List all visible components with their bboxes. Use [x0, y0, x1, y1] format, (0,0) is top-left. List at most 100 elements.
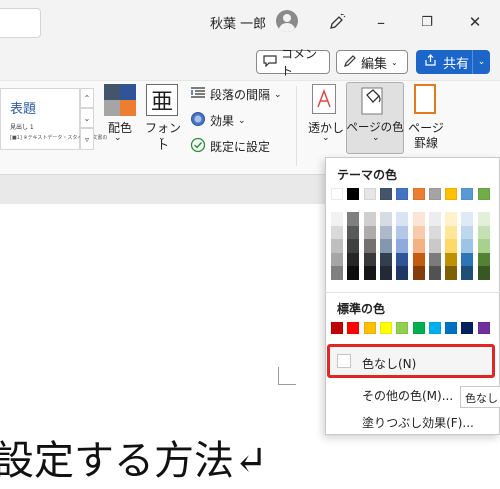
- search-box[interactable]: [0, 8, 41, 38]
- theme-color-swatch[interactable]: [379, 239, 392, 253]
- theme-color-swatch[interactable]: [331, 188, 343, 200]
- close-button[interactable]: ✕: [460, 8, 490, 36]
- theme-color-swatch[interactable]: [428, 266, 441, 280]
- more-colors-menu-item[interactable]: その他の色(M)...: [362, 387, 453, 404]
- theme-color-swatch[interactable]: [347, 252, 360, 266]
- theme-color-swatch[interactable]: [396, 266, 409, 280]
- standard-color-swatch[interactable]: [396, 322, 409, 334]
- set-default-button[interactable]: 既定に設定: [190, 137, 270, 156]
- paragraph-spacing-button[interactable]: 段落の間隔 ⌄: [190, 86, 282, 103]
- theme-color-swatch[interactable]: [379, 225, 392, 239]
- restore-button[interactable]: ❐: [412, 8, 442, 36]
- standard-color-swatch[interactable]: [347, 322, 360, 334]
- theme-color-swatch[interactable]: [477, 188, 490, 200]
- theme-color-swatch[interactable]: [461, 212, 474, 226]
- pen-sparkle-icon[interactable]: [322, 8, 352, 36]
- gallery-up-button[interactable]: ⌃: [80, 88, 94, 108]
- chevron-down-icon[interactable]: ⌄: [114, 133, 122, 143]
- standard-color-swatch[interactable]: [412, 322, 425, 334]
- theme-color-swatch[interactable]: [445, 188, 458, 200]
- theme-color-swatch[interactable]: [363, 212, 376, 226]
- theme-color-swatch[interactable]: [412, 188, 425, 200]
- theme-color-swatch[interactable]: [396, 225, 409, 239]
- theme-color-swatch[interactable]: [347, 225, 360, 239]
- theme-color-swatch[interactable]: [477, 266, 490, 280]
- theme-color-swatch[interactable]: [331, 252, 343, 266]
- theme-color-swatch[interactable]: [461, 188, 474, 200]
- theme-color-swatch[interactable]: [331, 239, 343, 253]
- theme-color-swatch[interactable]: [461, 266, 474, 280]
- chevron-down-icon[interactable]: ⌄: [158, 133, 166, 143]
- theme-color-swatch[interactable]: [428, 239, 441, 253]
- theme-color-swatch[interactable]: [396, 212, 409, 226]
- theme-color-swatch[interactable]: [347, 266, 360, 280]
- theme-color-swatch[interactable]: [396, 239, 409, 253]
- document-heading[interactable]: 設定する方法↵: [0, 428, 268, 486]
- theme-color-swatch[interactable]: [331, 225, 343, 239]
- ribbon-divider: [296, 86, 297, 166]
- theme-color-swatch[interactable]: [477, 252, 490, 266]
- standard-color-swatch[interactable]: [363, 322, 376, 334]
- theme-color-swatch[interactable]: [412, 266, 425, 280]
- theme-color-swatch[interactable]: [445, 212, 458, 226]
- style-gallery-title[interactable]: 表題: [10, 98, 36, 117]
- theme-color-swatch[interactable]: [379, 266, 392, 280]
- theme-color-swatch[interactable]: [412, 252, 425, 266]
- theme-color-swatch[interactable]: [461, 252, 474, 266]
- page-border-icon[interactable]: [414, 84, 436, 114]
- standard-color-swatch[interactable]: [445, 322, 458, 334]
- theme-color-swatch[interactable]: [412, 212, 425, 226]
- theme-color-swatch[interactable]: [428, 188, 441, 200]
- minimize-button[interactable]: –: [366, 8, 396, 36]
- theme-color-swatch[interactable]: [363, 188, 376, 200]
- comment-button[interactable]: コメント: [256, 47, 330, 78]
- gallery-down-button[interactable]: ⌄: [80, 108, 94, 128]
- theme-color-swatch[interactable]: [461, 239, 474, 253]
- theme-color-swatch[interactable]: [396, 252, 409, 266]
- theme-color-swatch[interactable]: [412, 239, 425, 253]
- theme-color-swatch[interactable]: [461, 225, 474, 239]
- page-border-label-2[interactable]: 罫線: [406, 134, 446, 151]
- fill-effects-menu-item[interactable]: 塗りつぶし効果(F)...: [362, 414, 474, 431]
- theme-color-swatch[interactable]: [396, 188, 409, 200]
- theme-color-swatch[interactable]: [331, 266, 343, 280]
- edit-button[interactable]: 編集 ⌄: [336, 50, 408, 74]
- avatar[interactable]: [276, 10, 298, 32]
- standard-color-swatch[interactable]: [379, 322, 392, 334]
- share-dropdown-chevron-icon[interactable]: ⌄: [472, 50, 490, 74]
- watermark-icon[interactable]: [312, 84, 336, 114]
- share-button[interactable]: 共有 ⌄: [416, 50, 490, 74]
- colors-quad: [120, 84, 136, 100]
- theme-color-swatch[interactable]: [477, 239, 490, 253]
- gallery-more-button[interactable]: ▿: [80, 128, 94, 150]
- theme-color-swatch[interactable]: [331, 212, 343, 226]
- theme-color-swatch[interactable]: [445, 252, 458, 266]
- theme-color-swatch[interactable]: [428, 212, 441, 226]
- theme-color-swatch[interactable]: [445, 266, 458, 280]
- theme-color-swatch[interactable]: [428, 252, 441, 266]
- theme-color-swatch[interactable]: [363, 266, 376, 280]
- colors-icon[interactable]: [104, 84, 136, 116]
- standard-color-swatch[interactable]: [477, 322, 490, 334]
- theme-color-swatch[interactable]: [363, 225, 376, 239]
- theme-color-swatch[interactable]: [379, 188, 392, 200]
- chevron-down-icon[interactable]: ⌄: [322, 133, 330, 143]
- theme-color-swatch[interactable]: [445, 239, 458, 253]
- standard-color-swatch[interactable]: [461, 322, 474, 334]
- theme-color-swatch[interactable]: [347, 188, 360, 200]
- theme-color-swatch[interactable]: [347, 212, 360, 226]
- theme-color-swatch[interactable]: [412, 225, 425, 239]
- theme-color-swatch[interactable]: [379, 252, 392, 266]
- standard-color-swatch[interactable]: [331, 322, 343, 334]
- theme-color-swatch[interactable]: [363, 239, 376, 253]
- theme-color-swatch[interactable]: [347, 239, 360, 253]
- theme-color-swatch[interactable]: [445, 225, 458, 239]
- effects-button[interactable]: 効果 ⌄: [190, 111, 246, 130]
- theme-color-swatch[interactable]: [379, 212, 392, 226]
- standard-color-swatch[interactable]: [428, 322, 441, 334]
- fonts-icon[interactable]: 亜: [146, 84, 178, 116]
- theme-color-swatch[interactable]: [363, 252, 376, 266]
- theme-color-swatch[interactable]: [428, 225, 441, 239]
- theme-color-swatch[interactable]: [477, 225, 490, 239]
- theme-color-swatch[interactable]: [477, 212, 490, 226]
